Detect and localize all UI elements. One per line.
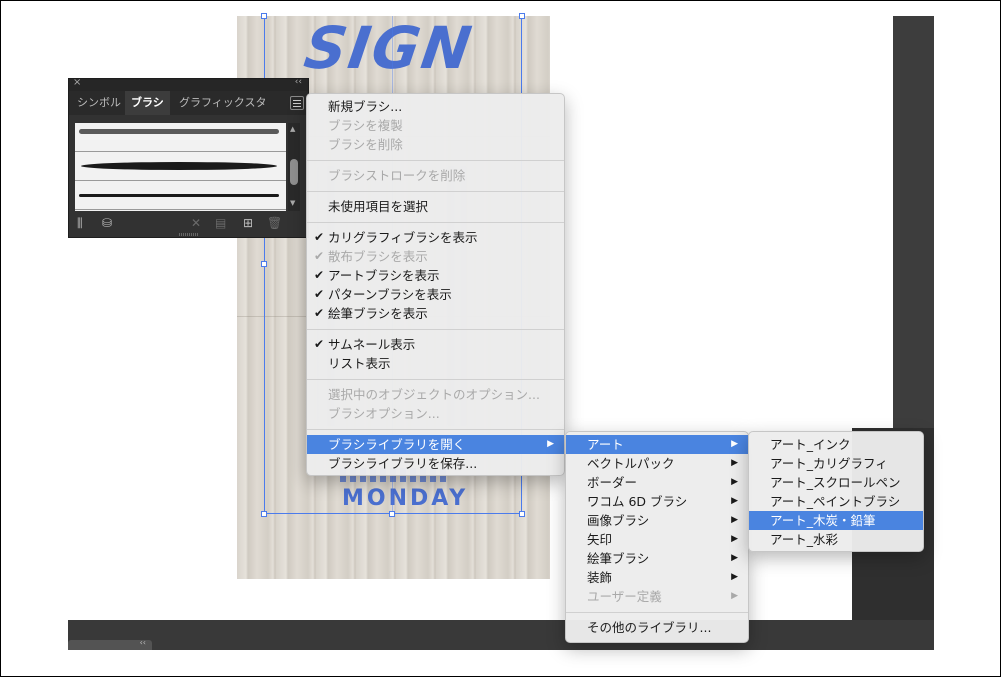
scrollbar-thumb[interactable] xyxy=(290,159,298,185)
checkmark-icon: ✔ xyxy=(314,306,325,320)
remove-stroke-icon[interactable]: ✕ xyxy=(191,217,201,229)
menu-item-new-brush[interactable]: 新規ブラシ... xyxy=(307,97,564,116)
menu-item-list-view[interactable]: リスト表示 xyxy=(307,354,564,373)
tab-brushes[interactable]: ブラシ xyxy=(125,91,170,115)
menu-item-show-scatter[interactable]: ✔ 散布ブラシを表示 xyxy=(307,247,564,266)
menu-separator xyxy=(566,612,748,613)
menu-item-art-charcoal-pencil[interactable]: アート_木炭・鉛筆 xyxy=(749,511,923,530)
brush-panel: × ‹‹ シンボル ブラシ グラフィックスタ ▲ ▼ ⫼ ⛁ ✕ ▤ ⊞ 🗑 xyxy=(68,77,309,238)
checkmark-icon: ✔ xyxy=(314,230,325,244)
menu-separator xyxy=(307,160,564,161)
checkmark-icon: ✔ xyxy=(314,268,325,282)
menu-item-image-brushes[interactable]: 画像ブラシ ▶ xyxy=(566,511,748,530)
menu-icon xyxy=(293,100,301,101)
brush-stroke-preview xyxy=(79,129,279,134)
menu-item-duplicate-brush[interactable]: ブラシを複製 xyxy=(307,116,564,135)
submenu-arrow-icon: ▶ xyxy=(731,534,738,544)
menu-separator xyxy=(307,379,564,380)
brush-stroke-preview xyxy=(81,162,277,170)
menu-item-art-ink[interactable]: アート_インク xyxy=(749,435,923,454)
menu-item-show-art[interactable]: ✔ アートブラシを表示 xyxy=(307,266,564,285)
menu-item-user-defined[interactable]: ユーザー定義 ▶ xyxy=(566,587,748,606)
submenu-arrow-icon: ▶ xyxy=(731,439,738,449)
selection-handle[interactable] xyxy=(519,13,525,19)
menu-item-art[interactable]: アート ▶ xyxy=(566,435,748,454)
menu-item-remove-brush-stroke[interactable]: ブラシストロークを削除 xyxy=(307,166,564,185)
menu-item-borders[interactable]: ボーダー ▶ xyxy=(566,473,748,492)
menu-item-art-scroll-pen[interactable]: アート_スクロールペン xyxy=(749,473,923,492)
menu-item-art-calligraphic[interactable]: アート_カリグラフィ xyxy=(749,454,923,473)
submenu-arrow-icon: ▶ xyxy=(731,572,738,582)
checkmark-icon: ✔ xyxy=(314,337,325,351)
menu-separator xyxy=(307,329,564,330)
menu-item-thumbnail-view[interactable]: ✔ サムネール表示 xyxy=(307,335,564,354)
submenu-arrow-icon: ▶ xyxy=(731,591,738,601)
submenu-arrow-icon: ▶ xyxy=(731,458,738,468)
menu-item-select-unused[interactable]: 未使用項目を選択 xyxy=(307,197,564,216)
libraries-icon[interactable]: ⛁ xyxy=(102,217,112,229)
menu-icon xyxy=(293,106,301,107)
scroll-down-icon[interactable]: ▼ xyxy=(290,199,295,207)
menu-icon xyxy=(293,103,301,104)
menu-item-delete-brush[interactable]: ブラシを削除 xyxy=(307,135,564,154)
brush-row[interactable] xyxy=(75,123,286,152)
new-brush-icon[interactable]: ⊞ xyxy=(243,217,253,229)
submenu-arrow-icon: ▶ xyxy=(731,496,738,506)
collapse-icon[interactable]: ‹‹ xyxy=(295,77,302,87)
panel-tabs: シンボル ブラシ グラフィックスタ xyxy=(69,91,308,115)
menu-item-wacom-6d[interactable]: ワコム 6D ブラシ ▶ xyxy=(566,492,748,511)
selection-handle[interactable] xyxy=(261,13,267,19)
menu-item-open-brush-library[interactable]: ブラシライブラリを開く ▶ xyxy=(307,435,564,454)
art-library-submenu: アート_インク アート_カリグラフィ アート_スクロールペン アート_ペイントブ… xyxy=(748,431,924,552)
brush-list[interactable] xyxy=(75,123,286,211)
checkmark-icon: ✔ xyxy=(314,287,325,301)
menu-item-show-bristle[interactable]: ✔ 絵筆ブラシを表示 xyxy=(307,304,564,323)
submenu-arrow-icon: ▶ xyxy=(547,439,554,449)
menu-separator xyxy=(307,429,564,430)
brush-row[interactable] xyxy=(75,181,286,210)
menu-item-bristle-brush[interactable]: 絵筆ブラシ ▶ xyxy=(566,549,748,568)
menu-item-selected-object-options[interactable]: 選択中のオブジェクトのオプション... xyxy=(307,385,564,404)
trash-icon[interactable]: 🗑 xyxy=(267,217,282,229)
options-icon[interactable]: ▤ xyxy=(215,217,226,229)
submenu-arrow-icon: ▶ xyxy=(731,515,738,525)
brush-panel-menu: 新規ブラシ... ブラシを複製 ブラシを削除 ブラシストロークを削除 未使用項目… xyxy=(306,93,565,476)
submenu-arrow-icon: ▶ xyxy=(731,477,738,487)
menu-item-other-library[interactable]: その他のライブラリ... xyxy=(566,618,748,637)
selection-handle[interactable] xyxy=(389,511,395,517)
submenu-arrow-icon: ▶ xyxy=(731,553,738,563)
brush-library-icon[interactable]: ⫼ xyxy=(77,217,83,229)
menu-item-art-watercolor[interactable]: アート_水彩 xyxy=(749,530,923,549)
menu-item-arrows[interactable]: 矢印 ▶ xyxy=(566,530,748,549)
selection-handle[interactable] xyxy=(261,511,267,517)
brush-library-submenu: アート ▶ ベクトルパック ▶ ボーダー ▶ ワコム 6D ブラシ ▶ 画像ブラシ ▶ 矢… xyxy=(565,431,749,643)
menu-item-brush-options[interactable]: ブラシオプション... xyxy=(307,404,564,423)
panel-resize-grip[interactable] xyxy=(179,233,199,236)
collapse-icon[interactable]: ‹‹ xyxy=(140,638,146,647)
panel-bottom-bar: ⫼ ⛁ ✕ ▤ ⊞ 🗑 xyxy=(69,213,308,235)
brush-row[interactable] xyxy=(75,152,286,181)
tab-graphic-styles[interactable]: グラフィックスタ xyxy=(173,91,272,115)
menu-item-vector-packs[interactable]: ベクトルパック ▶ xyxy=(566,454,748,473)
selection-handle[interactable] xyxy=(261,261,267,267)
menu-item-show-calligraphic[interactable]: ✔ カリグラフィブラシを表示 xyxy=(307,228,564,247)
menu-item-art-paint-brush[interactable]: アート_ペイントブラシ xyxy=(749,492,923,511)
checkmark-icon: ✔ xyxy=(314,249,325,263)
menu-separator xyxy=(307,222,564,223)
bottom-dock xyxy=(68,620,934,650)
menu-separator xyxy=(307,191,564,192)
bottom-panel-tab[interactable]: ‹‹ xyxy=(68,638,152,650)
menu-item-show-pattern[interactable]: ✔ パターンブラシを表示 xyxy=(307,285,564,304)
selection-handle[interactable] xyxy=(519,511,525,517)
brush-stroke-preview xyxy=(79,194,279,197)
brush-list-scrollbar[interactable]: ▲ ▼ xyxy=(288,123,300,211)
menu-item-decorative[interactable]: 装飾 ▶ xyxy=(566,568,748,587)
menu-item-save-brush-library[interactable]: ブラシライブラリを保存... xyxy=(307,454,564,473)
panel-menu-button[interactable] xyxy=(290,96,304,110)
scroll-up-icon[interactable]: ▲ xyxy=(290,125,295,133)
panel-titlebar[interactable]: × ‹‹ xyxy=(69,77,308,91)
close-icon[interactable]: × xyxy=(73,77,81,88)
tab-symbols[interactable]: シンボル xyxy=(71,91,127,115)
